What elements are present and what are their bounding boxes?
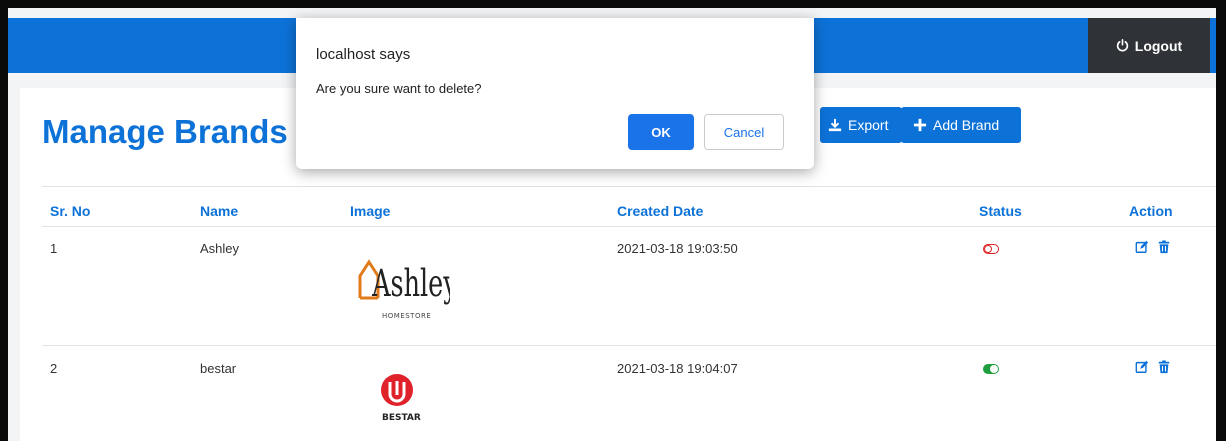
- logout-label: Logout: [1134, 37, 1183, 54]
- logout-button[interactable]: Logout: [1088, 18, 1210, 73]
- row-sr-no: 2: [50, 361, 58, 376]
- edit-icon[interactable]: [1135, 360, 1149, 374]
- column-header-name: Name: [200, 203, 239, 219]
- column-header-image: Image: [350, 203, 391, 219]
- edit-icon[interactable]: [1135, 240, 1149, 254]
- page-title: Manage Brands: [42, 113, 288, 150]
- delete-icon[interactable]: [1157, 360, 1171, 374]
- bestar-logo-image: BESTAR: [378, 371, 438, 441]
- ashley-logo-subtext: HOMESTORE: [382, 312, 431, 320]
- browser-viewport: Logout Manage Brands Export Add Brand Sr…: [8, 8, 1216, 441]
- row-divider: [42, 345, 1216, 346]
- plus-icon: [913, 118, 927, 132]
- row-created-date: 2021-03-18 19:04:07: [617, 361, 738, 376]
- ok-button[interactable]: OK: [628, 114, 694, 150]
- header-divider: [42, 226, 1216, 227]
- delete-icon[interactable]: [1157, 240, 1171, 254]
- status-toggle[interactable]: [983, 244, 999, 254]
- column-header-sr-no: Sr. No: [50, 203, 91, 219]
- divider: [42, 186, 1216, 187]
- ashley-logo-text: Ashley: [371, 261, 450, 305]
- confirm-dialog: localhost says Are you sure want to dele…: [296, 18, 814, 169]
- row-sr-no: 1: [50, 241, 58, 256]
- column-header-created-date: Created Date: [617, 203, 704, 219]
- power-icon: [1116, 39, 1128, 52]
- dialog-message: Are you sure want to delete?: [316, 81, 482, 96]
- status-toggle[interactable]: [983, 364, 999, 374]
- download-icon: [828, 118, 842, 132]
- column-header-action: Action: [1129, 203, 1173, 219]
- add-brand-label: Add Brand: [933, 117, 1000, 133]
- export-button[interactable]: Export: [820, 107, 902, 143]
- export-label: Export: [848, 117, 889, 133]
- row-created-date: 2021-03-18 19:03:50: [617, 241, 738, 256]
- dialog-title: localhost says: [316, 46, 411, 63]
- bestar-logo-text: BESTAR: [382, 413, 421, 423]
- ashley-logo-image: Ashley HOMESTORE: [350, 240, 458, 328]
- row-name: Ashley: [200, 241, 240, 256]
- add-brand-button[interactable]: Add Brand: [901, 107, 1021, 143]
- column-header-status: Status: [979, 203, 1022, 219]
- row-name: bestar: [200, 361, 237, 376]
- cancel-button[interactable]: Cancel: [704, 114, 784, 150]
